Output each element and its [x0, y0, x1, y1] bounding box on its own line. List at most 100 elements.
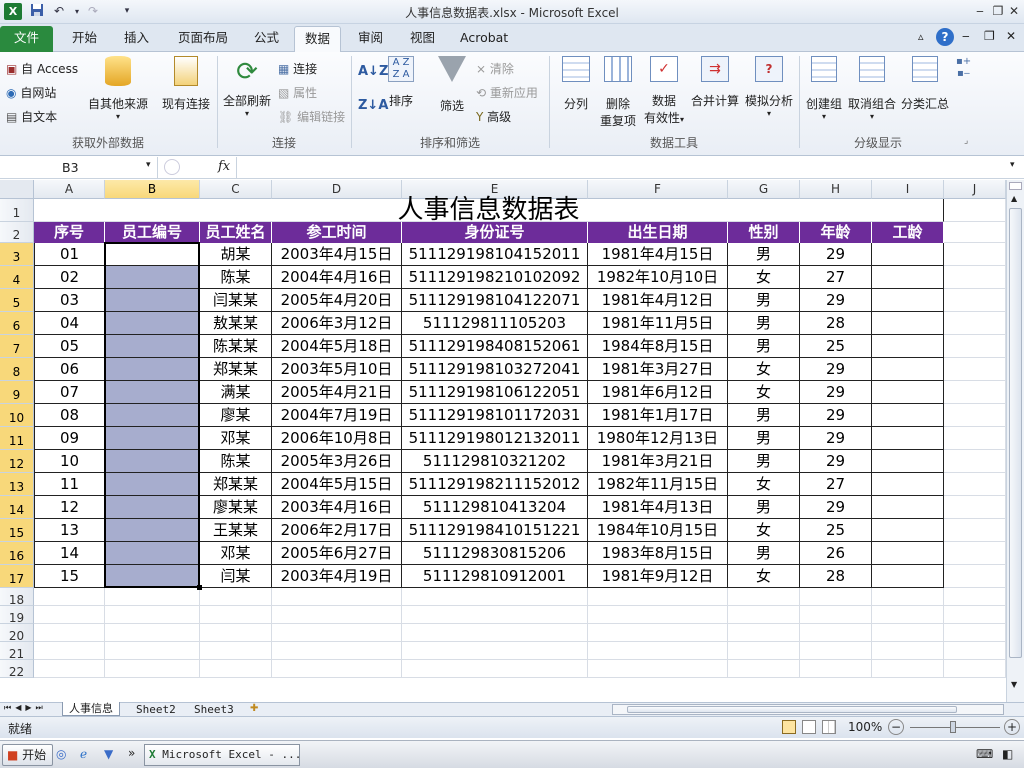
table-cell[interactable]	[872, 473, 944, 496]
table-cell[interactable]	[105, 312, 200, 335]
table-cell[interactable]	[872, 289, 944, 312]
table-cell[interactable]: 27	[800, 473, 872, 496]
table-cell[interactable]: 2006年10月8日	[272, 427, 402, 450]
vertical-scroll-thumb[interactable]	[1009, 208, 1022, 658]
keyboard-icon[interactable]: ⌨	[976, 747, 993, 761]
grid-cell[interactable]	[944, 243, 1006, 266]
sheet-tab-active[interactable]: 人事信息	[62, 702, 120, 716]
grid-cell[interactable]	[944, 312, 1006, 335]
zoom-out-icon[interactable]: −	[888, 719, 904, 735]
table-cell[interactable]: 511129830815206	[402, 542, 588, 565]
table-cell[interactable]: 01	[34, 243, 105, 266]
grid-cell[interactable]	[944, 624, 1006, 642]
row-header-3[interactable]: 3	[0, 243, 34, 266]
workbook-close-icon[interactable]: ✕	[1006, 29, 1016, 43]
column-header-a[interactable]: A	[34, 180, 105, 199]
table-cell[interactable]: 09	[34, 427, 105, 450]
insert-sheet-icon[interactable]: ✚	[250, 703, 258, 714]
table-cell[interactable]: 王某某	[200, 519, 272, 542]
table-cell[interactable]	[105, 404, 200, 427]
grid-cell[interactable]	[944, 606, 1006, 624]
grid-cell[interactable]	[944, 565, 1006, 588]
table-cell[interactable]	[105, 381, 200, 404]
sort-descending-icon[interactable]: Z↓A	[358, 98, 388, 113]
row-header-8[interactable]: 8	[0, 358, 34, 381]
table-cell[interactable]: 2006年3月12日	[272, 312, 402, 335]
table-cell[interactable]: 25	[800, 335, 872, 358]
grid-cell[interactable]	[944, 222, 1006, 243]
properties-button[interactable]: ▧ 属性	[278, 84, 317, 101]
table-cell[interactable]: 2005年6月27日	[272, 542, 402, 565]
scroll-down-icon[interactable]: ▼	[1011, 680, 1017, 689]
grid-cell[interactable]	[34, 660, 105, 678]
table-cell[interactable]	[872, 312, 944, 335]
table-cell[interactable]: 29	[800, 450, 872, 473]
table-cell[interactable]: 胡某	[200, 243, 272, 266]
table-cell[interactable]: 14	[34, 542, 105, 565]
table-cell[interactable]: 陈某	[200, 266, 272, 289]
row-header-9[interactable]: 9	[0, 381, 34, 404]
grid-cell[interactable]	[800, 588, 872, 606]
table-cell[interactable]	[872, 519, 944, 542]
grid-cell[interactable]	[200, 606, 272, 624]
table-cell[interactable]: 郑某某	[200, 358, 272, 381]
page-break-view-icon[interactable]	[822, 720, 836, 734]
table-cell[interactable]	[105, 450, 200, 473]
grid-cell[interactable]	[944, 588, 1006, 606]
table-cell[interactable]: 男	[728, 427, 800, 450]
tab-page-layout[interactable]: 页面布局	[168, 26, 238, 52]
grid-cell[interactable]	[944, 450, 1006, 473]
table-cell[interactable]: 02	[34, 266, 105, 289]
column-header-f[interactable]: F	[588, 180, 728, 199]
from-web-button[interactable]: ◉ 自网站	[6, 84, 56, 101]
table-cell[interactable]: 511129198210102092	[402, 266, 588, 289]
row-header-5[interactable]: 5	[0, 289, 34, 312]
table-cell[interactable]: 2003年4月19日	[272, 565, 402, 588]
table-cell[interactable]: 1983年8月15日	[588, 542, 728, 565]
quicklaunch-media-icon[interactable]: ▼	[104, 747, 113, 761]
horizontal-scroll-thumb[interactable]	[627, 706, 957, 713]
network-icon[interactable]: ◧	[1002, 747, 1013, 761]
table-cell[interactable]	[105, 565, 200, 588]
grid-cell[interactable]	[272, 606, 402, 624]
table-cell[interactable]: 男	[728, 243, 800, 266]
workbook-restore-icon[interactable]: ❐	[984, 29, 995, 43]
active-cell[interactable]	[106, 244, 198, 264]
table-cell[interactable]: 1984年8月15日	[588, 335, 728, 358]
ribbon-collapse-icon[interactable]: ▵	[918, 30, 924, 43]
grid-cell[interactable]	[944, 335, 1006, 358]
table-cell[interactable]: 女	[728, 358, 800, 381]
table-cell[interactable]: 女	[728, 266, 800, 289]
table-cell[interactable]	[872, 381, 944, 404]
grid-cell[interactable]	[944, 289, 1006, 312]
table-cell[interactable]: 29	[800, 496, 872, 519]
name-box[interactable]: B3	[0, 157, 158, 178]
grid-cell[interactable]	[944, 266, 1006, 289]
grid-cell[interactable]	[402, 642, 588, 660]
sheet-tab[interactable]: Sheet2	[132, 703, 180, 716]
table-cell[interactable]: 1981年11月5日	[588, 312, 728, 335]
table-cell[interactable]: 2003年4月15日	[272, 243, 402, 266]
grid-cell[interactable]	[34, 642, 105, 660]
reapply-button[interactable]: ⟲ 重新应用	[476, 84, 538, 101]
grid-cell[interactable]	[402, 660, 588, 678]
grid-cell[interactable]	[944, 542, 1006, 565]
page-layout-view-icon[interactable]	[802, 720, 816, 734]
tab-acrobat[interactable]: Acrobat	[450, 26, 518, 52]
row-header-10[interactable]: 10	[0, 404, 34, 427]
table-cell[interactable]	[105, 496, 200, 519]
grid-cell[interactable]	[105, 660, 200, 678]
table-cell[interactable]: 1982年10月10日	[588, 266, 728, 289]
grid-cell[interactable]	[105, 642, 200, 660]
table-cell[interactable]	[872, 496, 944, 519]
grid-cell[interactable]	[944, 404, 1006, 427]
table-cell[interactable]: 511129198101172031	[402, 404, 588, 427]
table-cell[interactable]: 12	[34, 496, 105, 519]
grid-cell[interactable]	[872, 660, 944, 678]
table-cell[interactable]: 11	[34, 473, 105, 496]
table-cell[interactable]: 1981年6月12日	[588, 381, 728, 404]
ungroup-button[interactable]: 取消组合 ▾	[846, 56, 898, 121]
row-header-2[interactable]: 2	[0, 222, 34, 243]
table-cell[interactable]: 女	[728, 519, 800, 542]
table-cell[interactable]: 511129198211152012	[402, 473, 588, 496]
